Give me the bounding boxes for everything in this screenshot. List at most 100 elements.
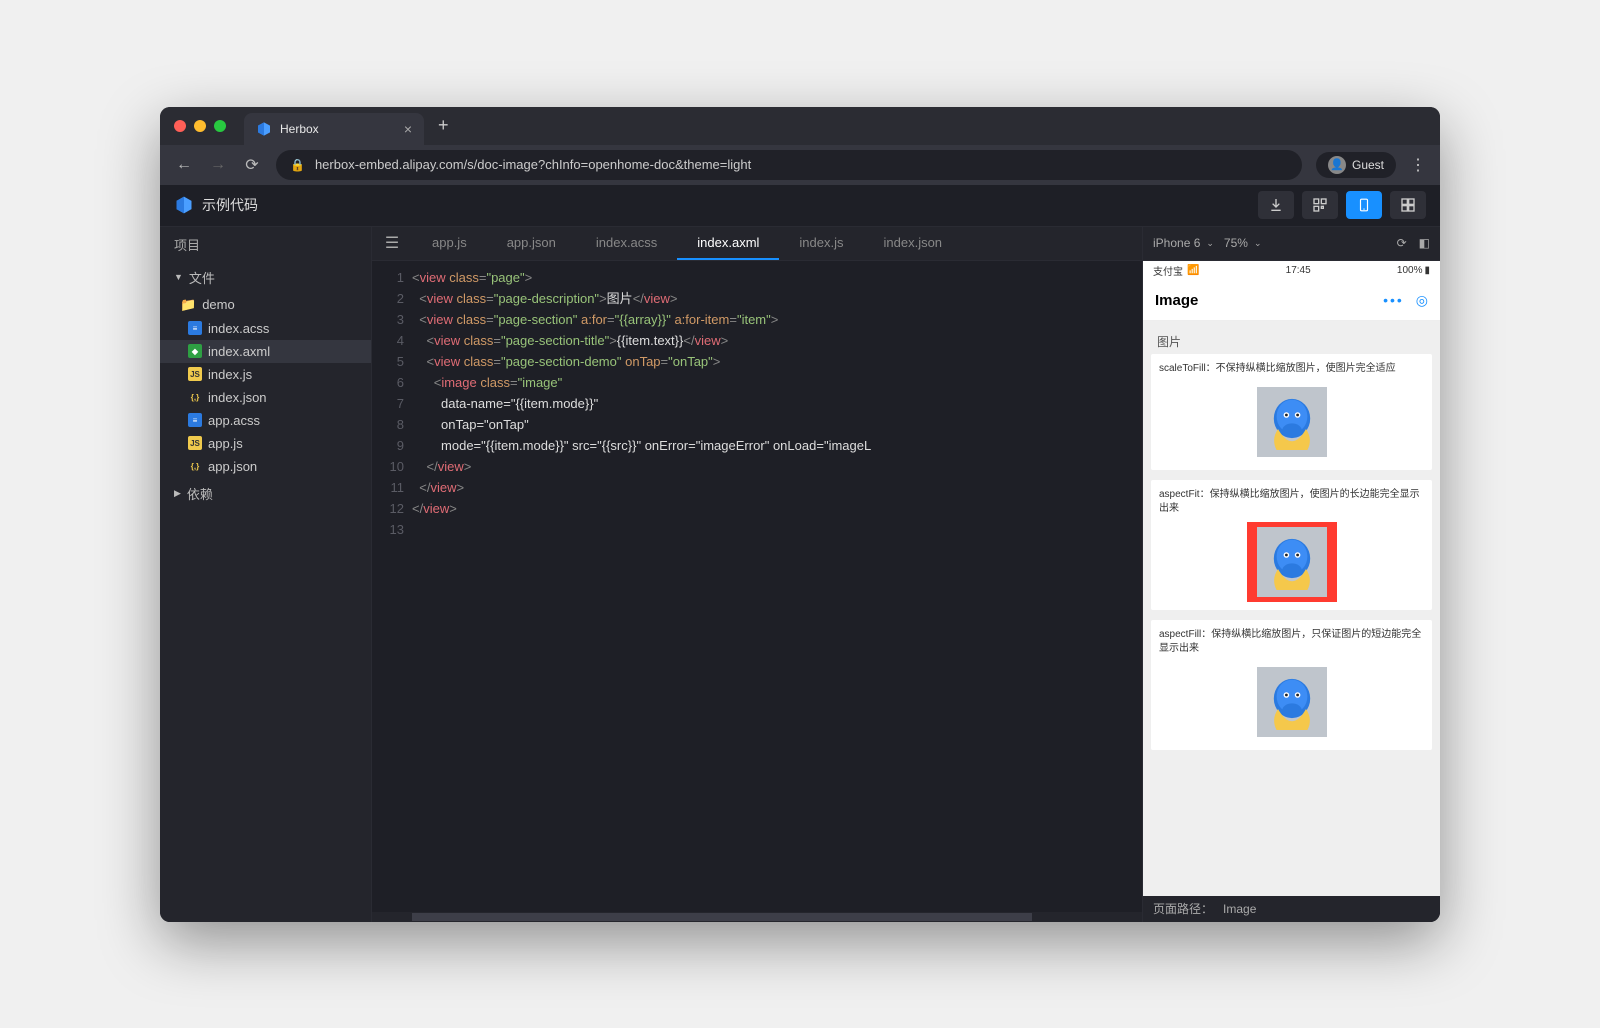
file-item-app-json[interactable]: {,} app.json xyxy=(160,455,371,478)
horizontal-scrollbar[interactable] xyxy=(372,912,1142,922)
close-window-button[interactable] xyxy=(174,120,186,132)
maximize-window-button[interactable] xyxy=(214,120,226,132)
close-circle-icon[interactable]: ◎ xyxy=(1416,292,1428,309)
css-file-icon: ≡ xyxy=(188,321,202,335)
chevron-down-icon: ▼ xyxy=(174,272,183,282)
editor-tab-index-json[interactable]: index.json xyxy=(864,227,963,260)
axml-file-icon: ◆ xyxy=(188,344,202,358)
minimize-window-button[interactable] xyxy=(194,120,206,132)
more-icon[interactable]: ••• xyxy=(1383,292,1404,309)
battery-icon: ▮ xyxy=(1424,265,1430,276)
user-profile-button[interactable]: 👤 Guest xyxy=(1316,152,1396,178)
back-button[interactable]: ← xyxy=(174,156,194,174)
scrollbar-thumb[interactable] xyxy=(412,913,1032,921)
browser-tab[interactable]: Herbox × xyxy=(244,113,424,145)
preview-toolbar: iPhone 6 ⌄ 75% ⌄ ⟳ ◧ xyxy=(1143,227,1440,261)
file-item-index-acss[interactable]: ≡ index.acss xyxy=(160,317,371,340)
ide-header: 示例代码 xyxy=(160,185,1440,227)
code-editor[interactable]: 12345678910111213 <view class="page"> <v… xyxy=(372,261,1142,912)
editor-tab-index-axml[interactable]: index.axml xyxy=(677,227,779,260)
editor-tab-index-js[interactable]: index.js xyxy=(779,227,863,260)
card-image xyxy=(1252,662,1332,742)
line-gutter: 12345678910111213 xyxy=(372,261,412,912)
sidebar: 项目 ▼ 文件 📁 demo ≡index.acss◆index.axmlJSi… xyxy=(160,227,372,922)
folder-label: demo xyxy=(202,297,235,312)
phone-status-bar: 支付宝 📶 17:45 100% ▮ xyxy=(1143,261,1440,281)
qrcode-button[interactable] xyxy=(1302,191,1338,219)
preview-card: aspectFit：保持纵横比缩放图片，使图片的长边能完全显示出来 xyxy=(1151,480,1432,610)
file-label: index.acss xyxy=(208,321,269,336)
phone-body: 图片 scaleToFill：不保持纵横比缩放图片，使图片完全适应 aspectF… xyxy=(1143,321,1440,896)
chevron-down-icon: ⌄ xyxy=(1206,238,1214,249)
sidebar-section-deps[interactable]: ▶ 依赖 xyxy=(160,478,371,509)
file-item-index-js[interactable]: JSindex.js xyxy=(160,363,371,386)
browser-chrome: Herbox × + ← → ⟳ 🔒 herbox-embed.alipay.c… xyxy=(160,107,1440,185)
forward-button[interactable]: → xyxy=(208,156,228,174)
sidebar-files-label: 文件 xyxy=(189,268,215,287)
reload-button[interactable]: ⟳ xyxy=(242,155,262,175)
folder-icon: 📁 xyxy=(180,297,196,313)
browser-window: Herbox × + ← → ⟳ 🔒 herbox-embed.alipay.c… xyxy=(160,107,1440,922)
json-file-icon: {,} xyxy=(188,459,202,473)
preview-panel: iPhone 6 ⌄ 75% ⌄ ⟳ ◧ 支付宝 📶 17:45 100% xyxy=(1142,227,1440,922)
phone-preview-button[interactable] xyxy=(1346,191,1382,219)
grid-view-button[interactable] xyxy=(1390,191,1426,219)
download-button[interactable] xyxy=(1258,191,1294,219)
status-time: 17:45 xyxy=(1199,265,1396,276)
preview-footer: 页面路径： Image xyxy=(1143,896,1440,922)
sidebar-section-files[interactable]: ▼ 文件 xyxy=(160,262,371,293)
editor-tab-app-json[interactable]: app.json xyxy=(487,227,576,260)
window-controls xyxy=(174,120,226,132)
ide-title: 示例代码 xyxy=(202,195,258,215)
device-select[interactable]: iPhone 6 ⌄ xyxy=(1153,236,1214,250)
browser-menu-button[interactable]: ⋮ xyxy=(1410,155,1426,175)
tab-title: Herbox xyxy=(280,122,396,136)
card-title: aspectFit：保持纵横比缩放图片，使图片的长边能完全显示出来 xyxy=(1159,488,1424,516)
sidebar-deps-label: 依赖 xyxy=(187,484,213,503)
zoom-label: 75% xyxy=(1224,236,1248,250)
ide-logo: 示例代码 xyxy=(174,195,258,215)
card-title: scaleToFill：不保持纵横比缩放图片，使图片完全适应 xyxy=(1159,362,1424,376)
lock-icon: 🔒 xyxy=(290,158,305,172)
ide-toolbar xyxy=(1258,191,1426,219)
chevron-right-icon: ▶ xyxy=(174,488,181,499)
user-label: Guest xyxy=(1352,158,1384,172)
editor-tab-app-js[interactable]: app.js xyxy=(412,227,487,260)
file-item-app-acss[interactable]: ≡app.acss xyxy=(160,409,371,432)
phone-body-label: 图片 xyxy=(1151,329,1432,354)
device-label: iPhone 6 xyxy=(1153,236,1200,250)
tree-folder-demo[interactable]: 📁 demo xyxy=(160,293,371,317)
file-label: index.axml xyxy=(208,344,270,359)
css-file-icon: ≡ xyxy=(188,413,202,427)
phone-nav-title: Image xyxy=(1155,292,1198,309)
url-input[interactable]: 🔒 herbox-embed.alipay.com/s/doc-image?ch… xyxy=(276,150,1302,180)
preview-card: scaleToFill：不保持纵横比缩放图片，使图片完全适应 xyxy=(1151,354,1432,470)
tab-close-icon[interactable]: × xyxy=(404,121,412,137)
footer-path-value: Image xyxy=(1223,902,1256,916)
new-tab-button[interactable]: + xyxy=(438,115,449,136)
preview-refresh-button[interactable]: ⟳ xyxy=(1397,236,1407,250)
zoom-select[interactable]: 75% ⌄ xyxy=(1224,236,1262,250)
file-item-index-json[interactable]: {,}index.json xyxy=(160,386,371,409)
file-label: index.json xyxy=(208,390,267,405)
phone-simulator: 支付宝 📶 17:45 100% ▮ Image ••• ◎ 图片 scaleT… xyxy=(1143,261,1440,896)
file-label: index.js xyxy=(208,367,252,382)
titlebar: Herbox × + xyxy=(160,107,1440,145)
url-text: herbox-embed.alipay.com/s/doc-image?chIn… xyxy=(315,157,751,172)
signal-icon: 📶 xyxy=(1187,265,1199,276)
editor-tab-index-acss[interactable]: index.acss xyxy=(576,227,677,260)
preview-grid-button[interactable]: ◧ xyxy=(1419,236,1430,250)
phone-nav-bar: Image ••• ◎ xyxy=(1143,281,1440,321)
file-label: app.json xyxy=(208,459,257,474)
file-item-app-js[interactable]: JSapp.js xyxy=(160,432,371,455)
address-bar: ← → ⟳ 🔒 herbox-embed.alipay.com/s/doc-im… xyxy=(160,145,1440,185)
editor-tabs: ☰ app.jsapp.jsonindex.acssindex.axmlinde… xyxy=(372,227,1142,261)
tab-favicon xyxy=(256,121,272,137)
preview-card: aspectFill：保持纵横比缩放图片，只保证图片的短边能完全显示出来 xyxy=(1151,620,1432,750)
file-item-index-axml[interactable]: ◆ index.axml xyxy=(160,340,371,363)
js-file-icon: JS xyxy=(188,436,202,450)
card-image xyxy=(1252,382,1332,462)
editor-menu-button[interactable]: ☰ xyxy=(372,227,412,260)
editor-pane: ☰ app.jsapp.jsonindex.acssindex.axmlinde… xyxy=(372,227,1142,922)
card-image xyxy=(1247,522,1337,602)
